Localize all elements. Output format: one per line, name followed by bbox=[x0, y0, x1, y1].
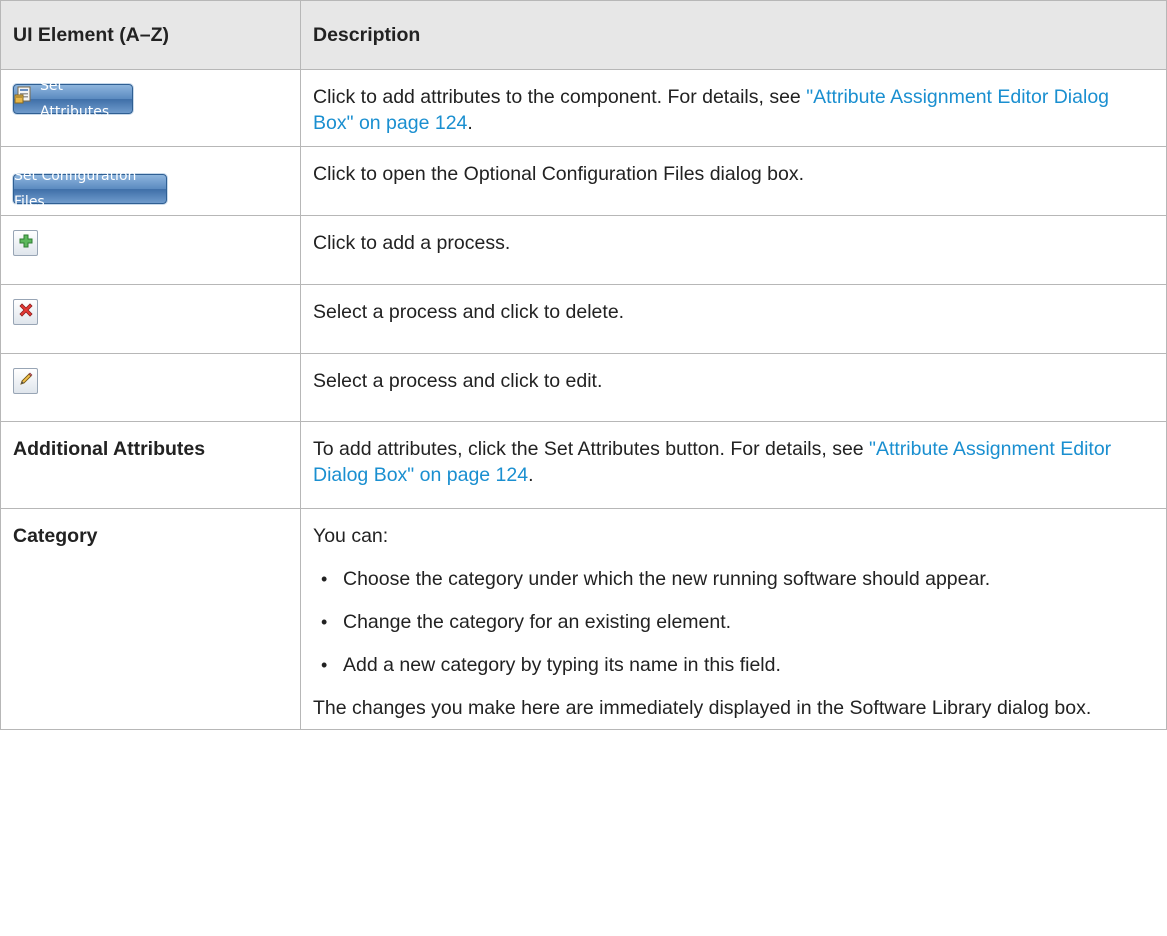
element-cell bbox=[0, 353, 301, 422]
add-button[interactable] bbox=[13, 230, 38, 256]
description-suffix: . bbox=[528, 464, 534, 486]
table-row: Select a process and click to delete. bbox=[0, 284, 1167, 354]
column-header-ui-element: UI Element (A–Z) bbox=[0, 0, 301, 70]
set-configuration-files-button[interactable]: Set Configuration Files bbox=[13, 168, 167, 210]
set-attributes-label: Set Attributes bbox=[40, 78, 110, 120]
description-cell: Select a process and click to delete. bbox=[300, 284, 1167, 354]
set-attributes-icon bbox=[14, 86, 32, 113]
edit-button[interactable] bbox=[13, 368, 38, 394]
table-row: Additional Attributes To add attributes,… bbox=[0, 421, 1167, 509]
category-options-list: Choose the category under which the new … bbox=[313, 566, 1148, 678]
column-header-description: Description bbox=[300, 0, 1167, 70]
set-attributes-button[interactable]: Set Attributes bbox=[13, 78, 133, 120]
element-cell: Set Attributes bbox=[0, 69, 301, 147]
description-cell: Select a process and click to edit. bbox=[300, 353, 1167, 422]
description-text: To add attributes, click the Set Attribu… bbox=[313, 438, 870, 460]
list-item: Add a new category by typing its name in… bbox=[321, 652, 1148, 678]
element-cell: Set Configuration Files bbox=[0, 146, 301, 216]
element-cell bbox=[0, 215, 301, 285]
set-configuration-files-label: Set Configuration Files bbox=[14, 168, 137, 210]
description-cell: Click to add attributes to the component… bbox=[300, 69, 1167, 147]
category-intro: You can: bbox=[313, 525, 389, 547]
delete-x-icon bbox=[18, 299, 34, 325]
description-suffix: . bbox=[467, 112, 473, 134]
element-name: Additional Attributes bbox=[0, 421, 301, 509]
description-cell: Click to add a process. bbox=[300, 215, 1167, 285]
description-text: Click to add attributes to the component… bbox=[313, 86, 807, 108]
list-item: Choose the category under which the new … bbox=[321, 566, 1148, 592]
category-outro: The changes you make here are immediatel… bbox=[313, 697, 1092, 719]
list-item: Change the category for an existing elem… bbox=[321, 609, 1148, 635]
table-row: Select a process and click to edit. bbox=[0, 353, 1167, 422]
description-cell: To add attributes, click the Set Attribu… bbox=[300, 421, 1167, 509]
table-header-row: UI Element (A–Z) Description bbox=[0, 0, 1167, 70]
table-row: Category You can: Choose the category un… bbox=[0, 508, 1167, 730]
table-row: Set Configuration Files Click to open th… bbox=[0, 146, 1167, 216]
table-row: Set Attributes Click to add attributes t… bbox=[0, 69, 1167, 147]
table-row: Click to add a process. bbox=[0, 215, 1167, 285]
ui-elements-table: UI Element (A–Z) Description Set Attribu… bbox=[0, 0, 1167, 730]
description-cell: You can: Choose the category under which… bbox=[300, 508, 1167, 730]
element-cell bbox=[0, 284, 301, 354]
description-cell: Click to open the Optional Configuration… bbox=[300, 146, 1167, 216]
delete-button[interactable] bbox=[13, 299, 38, 325]
element-name: Category bbox=[0, 508, 301, 730]
edit-pencil-icon bbox=[18, 368, 34, 394]
add-plus-icon bbox=[18, 230, 34, 256]
